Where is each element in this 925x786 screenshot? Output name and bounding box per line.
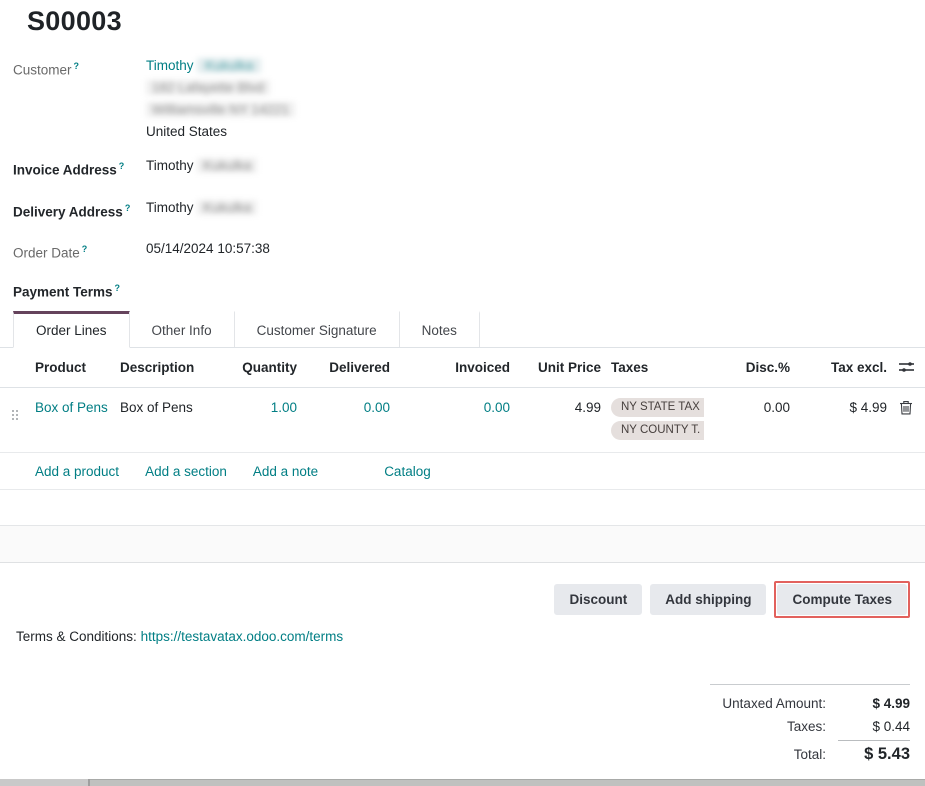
row-tax-excl: $ 4.99 (790, 398, 887, 418)
row-product-link[interactable]: Box of Pens (35, 400, 108, 415)
total-row: Total: $ 5.43 (710, 738, 910, 769)
taxes-value: $ 0.44 (838, 715, 910, 738)
col-description[interactable]: Description (118, 360, 215, 375)
add-product-link[interactable]: Add a product (35, 464, 119, 479)
help-icon: ? (82, 244, 88, 254)
tab-notes[interactable]: Notes (399, 311, 480, 347)
list-add-links: Add a product Add a section Add a note C… (0, 453, 925, 490)
row-taxes[interactable]: NY STATE TAX NY COUNTY T. (601, 398, 707, 444)
delivery-address-field: Delivery Address? Timothy Kukulka (13, 197, 925, 224)
add-section-link[interactable]: Add a section (145, 464, 227, 479)
order-date-label: Order Date? (13, 238, 146, 265)
catalog-link[interactable]: Catalog (384, 464, 431, 479)
customer-name-visible[interactable]: Timothy (146, 58, 194, 73)
untaxed-amount-label: Untaxed Amount: (722, 692, 826, 715)
tab-order-lines[interactable]: Order Lines (13, 311, 130, 348)
order-lines-table: Product Description Quantity Delivered I… (0, 348, 925, 563)
row-quantity[interactable]: 1.00 (215, 398, 297, 418)
customer-name-link[interactable]: Timothy Kukulka (146, 55, 295, 77)
col-invoiced[interactable]: Invoiced (390, 360, 510, 375)
col-disc[interactable]: Disc.% (707, 360, 790, 375)
help-icon: ? (125, 203, 131, 213)
total-label: Total: (794, 741, 826, 769)
page-title: S00003 (27, 6, 122, 37)
terms-and-conditions: Terms & Conditions: https://testavatax.o… (16, 629, 343, 644)
untaxed-amount-row: Untaxed Amount: $ 4.99 (710, 692, 910, 715)
bottom-strip-right[interactable] (90, 779, 925, 786)
bottom-strip-left (0, 779, 88, 786)
tab-other-info[interactable]: Other Info (129, 311, 235, 347)
delete-row-button[interactable] (899, 400, 913, 415)
help-icon: ? (74, 61, 80, 71)
payment-terms-label: Payment Terms? (13, 277, 146, 304)
delivery-address-label: Delivery Address? (13, 197, 146, 224)
empty-list-row (0, 490, 925, 526)
taxes-row: Taxes: $ 0.44 (710, 715, 910, 738)
terms-label: Terms & Conditions: (16, 629, 137, 644)
col-unit-price[interactable]: Unit Price (510, 360, 601, 375)
col-taxes[interactable]: Taxes (601, 360, 707, 375)
delivery-address-value[interactable]: Timothy Kukulka (146, 197, 257, 224)
compute-taxes-button[interactable]: Compute Taxes (777, 584, 907, 615)
customer-label: Customer? (13, 55, 146, 143)
col-quantity[interactable]: Quantity (215, 360, 297, 375)
notebook-tabs: Order Lines Other Info Customer Signatur… (0, 311, 925, 348)
total-value: $ 5.43 (838, 740, 910, 766)
customer-address-line2: Williamsville NY 14221 (146, 99, 295, 121)
invoice-address-field: Invoice Address? Timothy Kukulka (13, 155, 925, 182)
invoice-address-value[interactable]: Timothy Kukulka (146, 155, 257, 182)
optional-columns-icon[interactable] (898, 360, 915, 375)
list-footer-band (0, 526, 925, 563)
customer-country: United States (146, 121, 295, 143)
row-description[interactable]: Box of Pens (118, 398, 215, 418)
col-delivered[interactable]: Delivered (297, 360, 390, 375)
invoice-address-label: Invoice Address? (13, 155, 146, 182)
help-icon: ? (115, 283, 121, 293)
tab-customer-signature[interactable]: Customer Signature (234, 311, 400, 347)
customer-address-line1: 182 Lafayette Blvd (146, 77, 295, 99)
terms-link[interactable]: https://testavatax.odoo.com/terms (141, 629, 344, 644)
col-tax-excl[interactable]: Tax excl. (790, 360, 887, 375)
bottom-scroll-strip (0, 779, 925, 786)
col-product[interactable]: Product (30, 360, 118, 375)
row-delivered[interactable]: 0.00 (297, 398, 390, 418)
sale-order-form: S00003 Customer? Timothy Kukulka 182 Laf… (0, 0, 925, 786)
order-action-buttons: Discount Add shipping Compute Taxes (554, 581, 910, 618)
add-shipping-button[interactable]: Add shipping (650, 584, 766, 615)
help-icon: ? (119, 161, 125, 171)
header-fields: Customer? Timothy Kukulka 182 Lafayette … (13, 55, 925, 303)
untaxed-amount-value: $ 4.99 (838, 692, 910, 715)
add-note-link[interactable]: Add a note (253, 464, 318, 479)
highlight-box: Compute Taxes (774, 581, 910, 618)
drag-handle-icon[interactable] (12, 410, 20, 422)
tax-badge[interactable]: NY STATE TAX (611, 398, 704, 417)
order-date-value[interactable]: 05/14/2024 10:57:38 (146, 238, 270, 265)
taxes-label: Taxes: (787, 715, 826, 738)
delivery-address-redacted: Kukulka (197, 200, 257, 215)
customer-name-redacted: Kukulka (197, 58, 261, 73)
order-date-field: Order Date? 05/14/2024 10:57:38 (13, 238, 925, 265)
order-lines-header: Product Description Quantity Delivered I… (0, 348, 925, 388)
totals-panel: Untaxed Amount: $ 4.99 Taxes: $ 0.44 Tot… (710, 684, 910, 769)
row-invoiced[interactable]: 0.00 (390, 398, 510, 418)
tax-badge[interactable]: NY COUNTY T. (611, 421, 704, 440)
payment-terms-field: Payment Terms? (13, 277, 925, 304)
invoice-address-redacted: Kukulka (197, 158, 257, 173)
customer-field: Customer? Timothy Kukulka 182 Lafayette … (13, 55, 925, 143)
table-row[interactable]: Box of Pens Box of Pens 1.00 0.00 0.00 4… (0, 388, 925, 453)
row-disc[interactable]: 0.00 (707, 398, 790, 418)
row-unit-price[interactable]: 4.99 (510, 398, 601, 418)
discount-button[interactable]: Discount (554, 584, 642, 615)
